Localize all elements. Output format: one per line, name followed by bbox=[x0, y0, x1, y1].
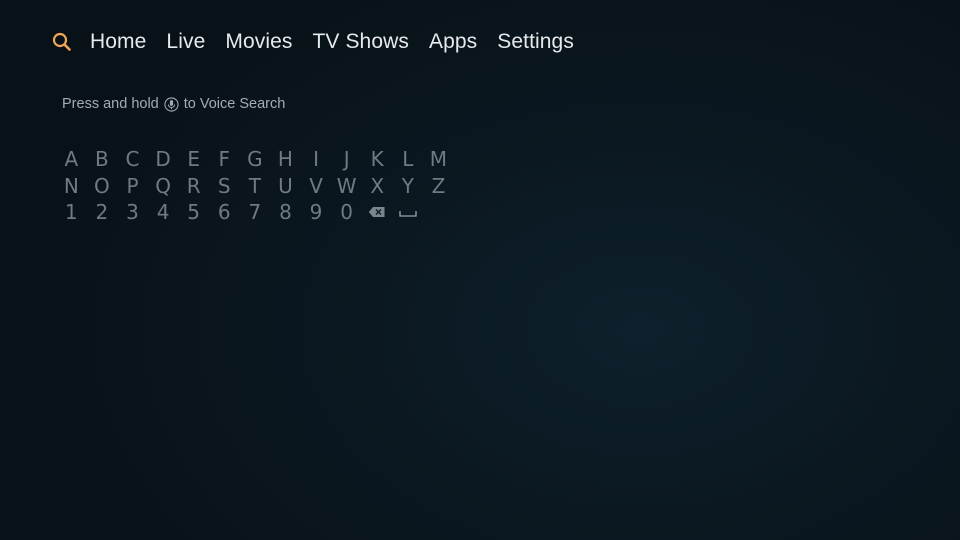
space-icon[interactable] bbox=[393, 199, 424, 225]
key-k[interactable]: K bbox=[362, 146, 393, 172]
key-n[interactable]: N bbox=[56, 173, 87, 199]
keyboard-row-digits: 1 2 3 4 5 6 7 8 9 0 bbox=[56, 199, 454, 226]
key-x[interactable]: X bbox=[362, 173, 393, 199]
key-9[interactable]: 9 bbox=[301, 199, 332, 225]
top-navigation: Home Live Movies TV Shows Apps Settings bbox=[50, 26, 594, 58]
key-4[interactable]: 4 bbox=[148, 199, 179, 225]
nav-item-tv-shows[interactable]: TV Shows bbox=[312, 30, 409, 54]
nav-item-settings[interactable]: Settings bbox=[497, 30, 574, 54]
key-v[interactable]: V bbox=[301, 173, 332, 199]
key-g[interactable]: G bbox=[240, 146, 271, 172]
keyboard-row-letters-2: N O P Q R S T U V W X Y Z bbox=[56, 173, 454, 200]
key-z[interactable]: Z bbox=[423, 173, 454, 199]
keyboard-row-letters-1: A B C D E F G H I J K L M bbox=[56, 146, 454, 173]
hint-text-before: Press and hold bbox=[62, 96, 159, 112]
key-6[interactable]: 6 bbox=[209, 199, 240, 225]
key-m[interactable]: M bbox=[423, 146, 454, 172]
key-u[interactable]: U bbox=[270, 173, 301, 199]
nav-item-movies[interactable]: Movies bbox=[225, 30, 292, 54]
key-b[interactable]: B bbox=[87, 146, 118, 172]
microphone-icon bbox=[164, 96, 180, 112]
key-s[interactable]: S bbox=[209, 173, 240, 199]
key-i[interactable]: I bbox=[301, 146, 332, 172]
key-e[interactable]: E bbox=[178, 146, 209, 172]
key-7[interactable]: 7 bbox=[240, 199, 271, 225]
key-y[interactable]: Y bbox=[393, 173, 424, 199]
key-3[interactable]: 3 bbox=[117, 199, 148, 225]
key-d[interactable]: D bbox=[148, 146, 179, 172]
key-p[interactable]: P bbox=[117, 173, 148, 199]
nav-item-apps[interactable]: Apps bbox=[429, 30, 477, 54]
search-keyboard: A B C D E F G H I J K L M N O P Q R S T … bbox=[56, 146, 454, 226]
key-a[interactable]: A bbox=[56, 146, 87, 172]
key-w[interactable]: W bbox=[331, 173, 362, 199]
key-8[interactable]: 8 bbox=[270, 199, 301, 225]
nav-item-live[interactable]: Live bbox=[166, 30, 205, 54]
key-5[interactable]: 5 bbox=[178, 199, 209, 225]
key-l[interactable]: L bbox=[393, 146, 424, 172]
key-r[interactable]: R bbox=[178, 173, 209, 199]
key-o[interactable]: O bbox=[87, 173, 118, 199]
search-icon[interactable] bbox=[50, 30, 74, 54]
key-j[interactable]: J bbox=[331, 146, 362, 172]
key-1[interactable]: 1 bbox=[56, 199, 87, 225]
key-c[interactable]: C bbox=[117, 146, 148, 172]
key-q[interactable]: Q bbox=[148, 173, 179, 199]
key-0[interactable]: 0 bbox=[331, 199, 362, 225]
key-2[interactable]: 2 bbox=[87, 199, 118, 225]
key-f[interactable]: F bbox=[209, 146, 240, 172]
hint-text-after: to Voice Search bbox=[183, 96, 286, 112]
voice-search-hint: Press and hold to Voice Search bbox=[62, 96, 285, 112]
key-h[interactable]: H bbox=[270, 146, 301, 172]
key-t[interactable]: T bbox=[240, 173, 271, 199]
nav-item-home[interactable]: Home bbox=[90, 30, 146, 54]
backspace-icon[interactable] bbox=[362, 199, 393, 225]
